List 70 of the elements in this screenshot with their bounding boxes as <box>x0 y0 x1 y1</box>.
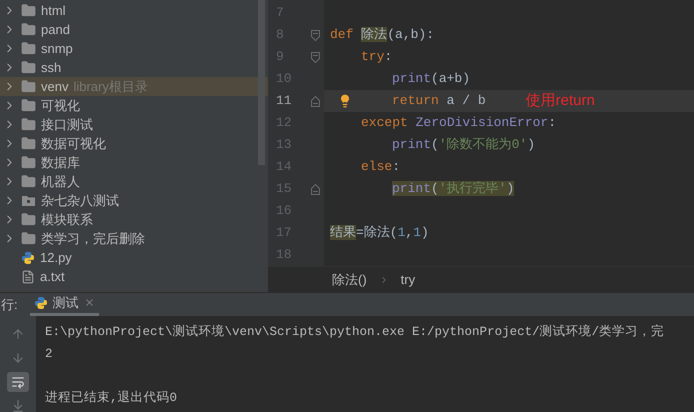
console-output: E:\pythonProject\测试环境\venv\Scripts\python.exe E:/pythonProject/测试环境/类学习，完 <box>45 324 664 342</box>
code-text: try: <box>361 48 392 66</box>
python-icon <box>34 296 48 310</box>
tree-item-label: a.txt <box>40 268 65 286</box>
folder-icon <box>21 155 36 170</box>
code-text: def 除法(a,b): <box>330 26 434 44</box>
folder-icon <box>21 212 36 227</box>
python-file-icon <box>21 250 35 264</box>
tree-item[interactable]: venv library根目录 <box>0 77 268 96</box>
tree-item[interactable]: ssh <box>0 58 268 77</box>
code-text: print('除数不能为0') <box>392 136 536 154</box>
tree-item[interactable]: 接口测试 <box>0 115 268 134</box>
folder-icon <box>21 136 36 151</box>
tree-item[interactable]: 杂七杂八测试 <box>0 191 268 210</box>
folder-icon <box>21 79 36 94</box>
breadcrumb-item[interactable]: 除法() <box>332 270 367 290</box>
folder-icon <box>21 174 36 189</box>
tree-item-label: 数据库 <box>41 154 80 172</box>
breadcrumb-item[interactable]: try <box>400 270 416 290</box>
tree-item-label: 12.py <box>40 248 72 267</box>
tree-item[interactable]: 类学习，完后删除 <box>0 229 268 248</box>
fold-marker-icon[interactable] <box>310 96 320 106</box>
tree-item-label: snmp <box>41 40 73 58</box>
soft-wrap-icon[interactable] <box>7 372 29 392</box>
tree-item-label: ssh <box>41 58 62 77</box>
folder-icon <box>21 22 36 37</box>
tree-item[interactable]: 机器人 <box>0 172 268 191</box>
tree-item[interactable]: 可视化 <box>0 96 268 115</box>
tree-item-label: 模块联系 <box>41 210 93 229</box>
tree-item[interactable]: 数据库 <box>0 153 268 172</box>
folder-icon <box>21 231 36 246</box>
console-output: 进程已结束,退出代码0 <box>45 390 178 408</box>
code-text: print(a+b) <box>392 70 470 88</box>
tree-item-label: 杂七杂八测试 <box>41 192 119 210</box>
tree-item-hint: library根目录 <box>73 78 148 96</box>
code-text: except ZeroDivisionError: <box>361 114 556 132</box>
line-number: 11 <box>275 92 293 110</box>
tree-item[interactable]: 12.py <box>0 248 268 267</box>
tree-item[interactable]: 数据可视化 <box>0 134 268 153</box>
folder-icon <box>21 3 36 18</box>
lightbulb-icon[interactable] <box>338 94 352 108</box>
code-text: else: <box>361 158 400 176</box>
folder-icon <box>21 117 36 132</box>
tree-item-label: 数据可视化 <box>41 134 106 153</box>
code-text: 结果=除法(1,1) <box>330 224 429 242</box>
tree-item-label: venv <box>41 78 68 96</box>
run-panel-label: 行: <box>1 296 18 314</box>
tree-item[interactable]: a.txt <box>0 267 268 286</box>
fold-marker-icon[interactable] <box>310 30 320 40</box>
console-output: 2 <box>45 346 53 364</box>
code-text: return a / b <box>392 92 486 110</box>
tree-item[interactable]: 模块联系 <box>0 210 268 229</box>
tree-item-label: pand <box>41 20 70 39</box>
fold-marker-icon[interactable] <box>310 184 320 194</box>
tree-item[interactable]: html <box>0 1 268 20</box>
code-text: print('执行完毕') <box>392 180 514 198</box>
folder-icon <box>21 60 36 75</box>
tree-item[interactable]: pand <box>0 20 268 39</box>
tree-item-label: 接口测试 <box>41 116 93 134</box>
tree-item-label: 机器人 <box>41 172 80 191</box>
fold-marker-icon[interactable] <box>310 52 320 62</box>
text-file-icon <box>21 270 35 284</box>
tree-item-label: html <box>41 2 66 20</box>
tree-item[interactable]: snmp <box>0 39 268 58</box>
folder-icon <box>21 41 36 56</box>
folder-icon <box>21 98 36 113</box>
tree-item-label: 类学习，完后删除 <box>41 230 145 248</box>
close-icon[interactable] <box>84 297 95 308</box>
annotation-text: 使用return <box>526 90 595 111</box>
tree-item-label: 可视化 <box>41 96 80 115</box>
